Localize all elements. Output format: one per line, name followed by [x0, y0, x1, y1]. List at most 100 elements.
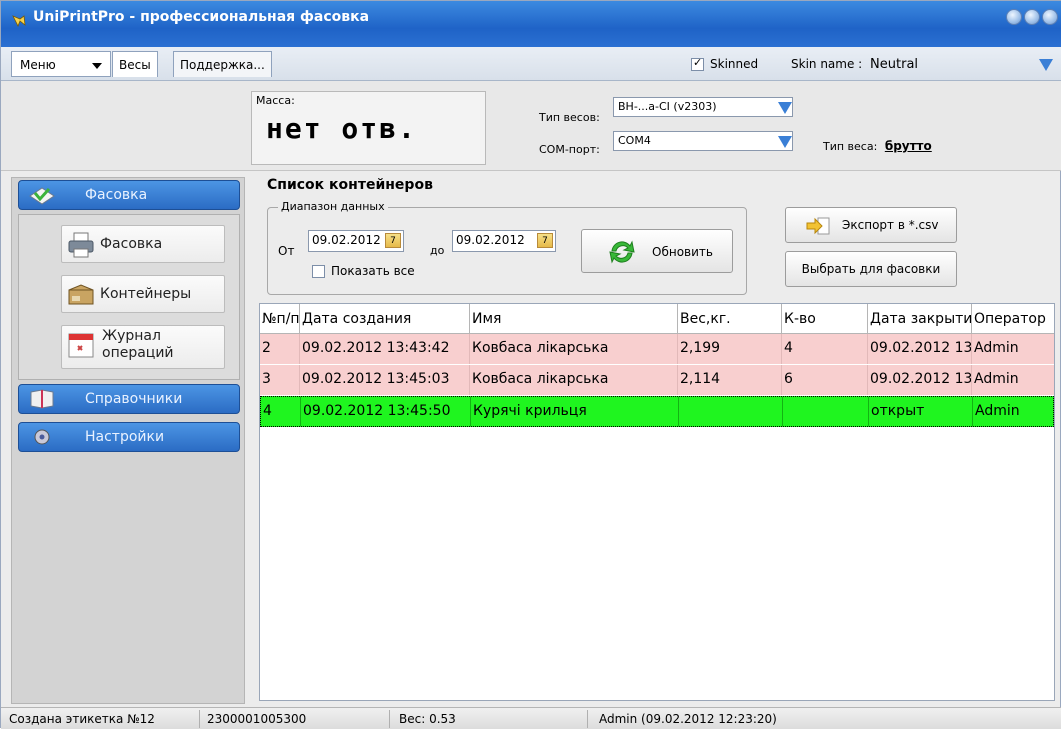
column-header-name[interactable]: Имя: [470, 304, 678, 333]
export-label: Экспорт в *.csv: [842, 218, 939, 232]
sidebar-group-label: Фасовка: [85, 187, 148, 203]
tab-support[interactable]: Поддержка...: [173, 51, 272, 77]
table-row[interactable]: 3 09.02.2012 13:45:03 Ковбаса лікарська …: [260, 365, 1054, 396]
cell-operator: Admin: [975, 403, 1020, 419]
skin-name-value: Neutral: [870, 57, 919, 72]
tab-scales[interactable]: Весы: [112, 51, 158, 77]
chevron-down-icon: [92, 63, 102, 69]
status-divider: [199, 710, 200, 728]
status-divider: [389, 710, 390, 728]
choose-for-packing-button[interactable]: Выбрать для фасовки: [785, 251, 957, 287]
column-header-number[interactable]: №п/п: [260, 304, 300, 333]
scale-type-select[interactable]: ВН-...а-CI (v2303): [613, 97, 793, 117]
refresh-label: Обновить: [652, 245, 713, 259]
mass-value: нет отв.: [266, 112, 417, 145]
refresh-icon: [609, 240, 635, 264]
sidebar-group-settings[interactable]: Настройки: [18, 422, 240, 452]
export-arrow-icon: [806, 217, 830, 235]
calendar-icon[interactable]: 7: [385, 233, 401, 248]
refresh-button[interactable]: Обновить: [581, 229, 733, 273]
show-all-toggle[interactable]: Показать все: [312, 264, 415, 278]
status-bar: Создана этикетка №12 2300001005300 Вес: …: [1, 707, 1061, 729]
cell-closed: открыт: [869, 397, 973, 426]
tab-strip: Меню Весы Поддержка... Skinned Skin name…: [1, 47, 1061, 81]
skinned-label: Skinned: [710, 57, 759, 71]
sidebar-group-label: Настройки: [85, 429, 165, 445]
show-all-label: Показать все: [331, 264, 415, 278]
column-header-created[interactable]: Дата создания: [300, 304, 470, 333]
scale-type-label: Тип весов:: [539, 111, 600, 124]
column-header-weight[interactable]: Вес,кг.: [678, 304, 782, 333]
show-all-checkbox[interactable]: [312, 264, 325, 278]
cell-name: Ковбаса лікарська: [470, 365, 678, 395]
cell-weight: 2,199: [678, 334, 782, 364]
chevron-down-icon: [778, 102, 792, 114]
sidebar-group-packing[interactable]: Фасовка: [18, 180, 240, 210]
directory-icon: [30, 389, 54, 409]
minimize-button[interactable]: [1006, 9, 1022, 25]
choose-label: Выбрать для фасовки: [801, 262, 941, 276]
export-csv-button[interactable]: Экспорт в *.csv: [785, 207, 957, 243]
com-port-select[interactable]: COM4: [613, 131, 793, 151]
settings-icon: [34, 429, 50, 445]
calendar-icon: [68, 333, 94, 358]
table-row[interactable]: 2 09.02.2012 13:43:42 Ковбаса лікарська …: [260, 334, 1054, 365]
sidebar-group-directories[interactable]: Справочники: [18, 384, 240, 414]
cell-created: 09.02.2012 13:43:42: [300, 334, 470, 364]
to-label: до: [430, 244, 445, 257]
status-barcode: 2300001005300: [207, 712, 307, 726]
skin-dropdown-icon[interactable]: [1039, 59, 1053, 71]
main-window: UniPrintPro - профессиональная фасовка М…: [0, 0, 1061, 729]
window-title: UniPrintPro - профессиональная фасовка: [33, 9, 370, 25]
containers-table: №п/п Дата создания Имя Вес,кг. К-во Дата…: [259, 303, 1055, 701]
cell-closed: 09.02.2012 13:: [868, 365, 972, 395]
table-row-selected[interactable]: 4 09.02.2012 13:45:50 Курячі крильця отк…: [260, 396, 1054, 427]
sidebar-item-containers[interactable]: Контейнеры: [61, 275, 225, 313]
close-button[interactable]: [1042, 9, 1058, 25]
column-header-operator[interactable]: Оператор: [972, 304, 1054, 333]
weight-type: Тип веса: брутто: [823, 139, 932, 153]
sidebar: Фасовка Фасовка Контейнеры Журнал операц…: [11, 177, 245, 704]
sidebar-group-body: Фасовка Контейнеры Журнал операций: [18, 214, 240, 380]
cell-closed: 09.02.2012 13:: [868, 334, 972, 364]
column-header-closed[interactable]: Дата закрытия: [868, 304, 972, 333]
weight-type-label: Тип веса:: [823, 140, 878, 153]
com-port-label: COM-порт:: [539, 143, 600, 156]
page-title: Список контейнеров: [267, 177, 433, 193]
status-weight: Вес: 0.53: [399, 712, 456, 726]
status-session: Admin (09.02.2012 12:23:20): [599, 712, 777, 726]
cell-operator: Admin: [974, 371, 1019, 387]
date-range-legend: Диапазон данных: [278, 200, 388, 213]
column-header-qty[interactable]: К-во: [782, 304, 868, 333]
status-label-created: Создана этикетка №12: [9, 712, 155, 726]
skin-name-label: Skin name :: [791, 57, 863, 71]
cell-qty: [783, 397, 869, 426]
calendar-icon[interactable]: 7: [537, 233, 553, 248]
skin-name: Skin name : Neutral: [791, 57, 918, 72]
sidebar-group-label: Справочники: [85, 391, 183, 407]
sidebar-item-label: Контейнеры: [100, 286, 192, 302]
cell-number: 2: [260, 334, 300, 364]
cell-name: Курячі крильця: [471, 397, 679, 426]
sidebar-item-label: Фасовка: [100, 236, 163, 252]
cell-number: 4: [261, 397, 301, 426]
to-date-input[interactable]: 09.02.2012 7: [452, 230, 556, 252]
cell-created: 09.02.2012 13:45:50: [301, 397, 471, 426]
cell-weight: [679, 397, 783, 426]
mass-display: Масса: нет отв.: [251, 91, 486, 165]
weight-type-link[interactable]: брутто: [885, 139, 932, 153]
skinned-checkbox[interactable]: [691, 56, 704, 71]
skinned-toggle[interactable]: Skinned: [691, 56, 759, 71]
menu-label: Меню: [20, 58, 56, 72]
packing-icon: [29, 187, 55, 205]
cell-weight: 2,114: [678, 365, 782, 395]
from-date-input[interactable]: 09.02.2012 7: [308, 230, 404, 252]
printer-icon: [68, 232, 94, 258]
sidebar-item-operation-log[interactable]: Журнал операций: [61, 325, 225, 369]
cell-qty: 4: [782, 334, 868, 364]
title-bar: UniPrintPro - профессиональная фасовка: [1, 1, 1061, 47]
maximize-button[interactable]: [1024, 9, 1040, 25]
cell-operator: Admin: [974, 340, 1019, 356]
sidebar-item-packing[interactable]: Фасовка: [61, 225, 225, 263]
menu-dropdown[interactable]: Меню: [11, 51, 111, 77]
